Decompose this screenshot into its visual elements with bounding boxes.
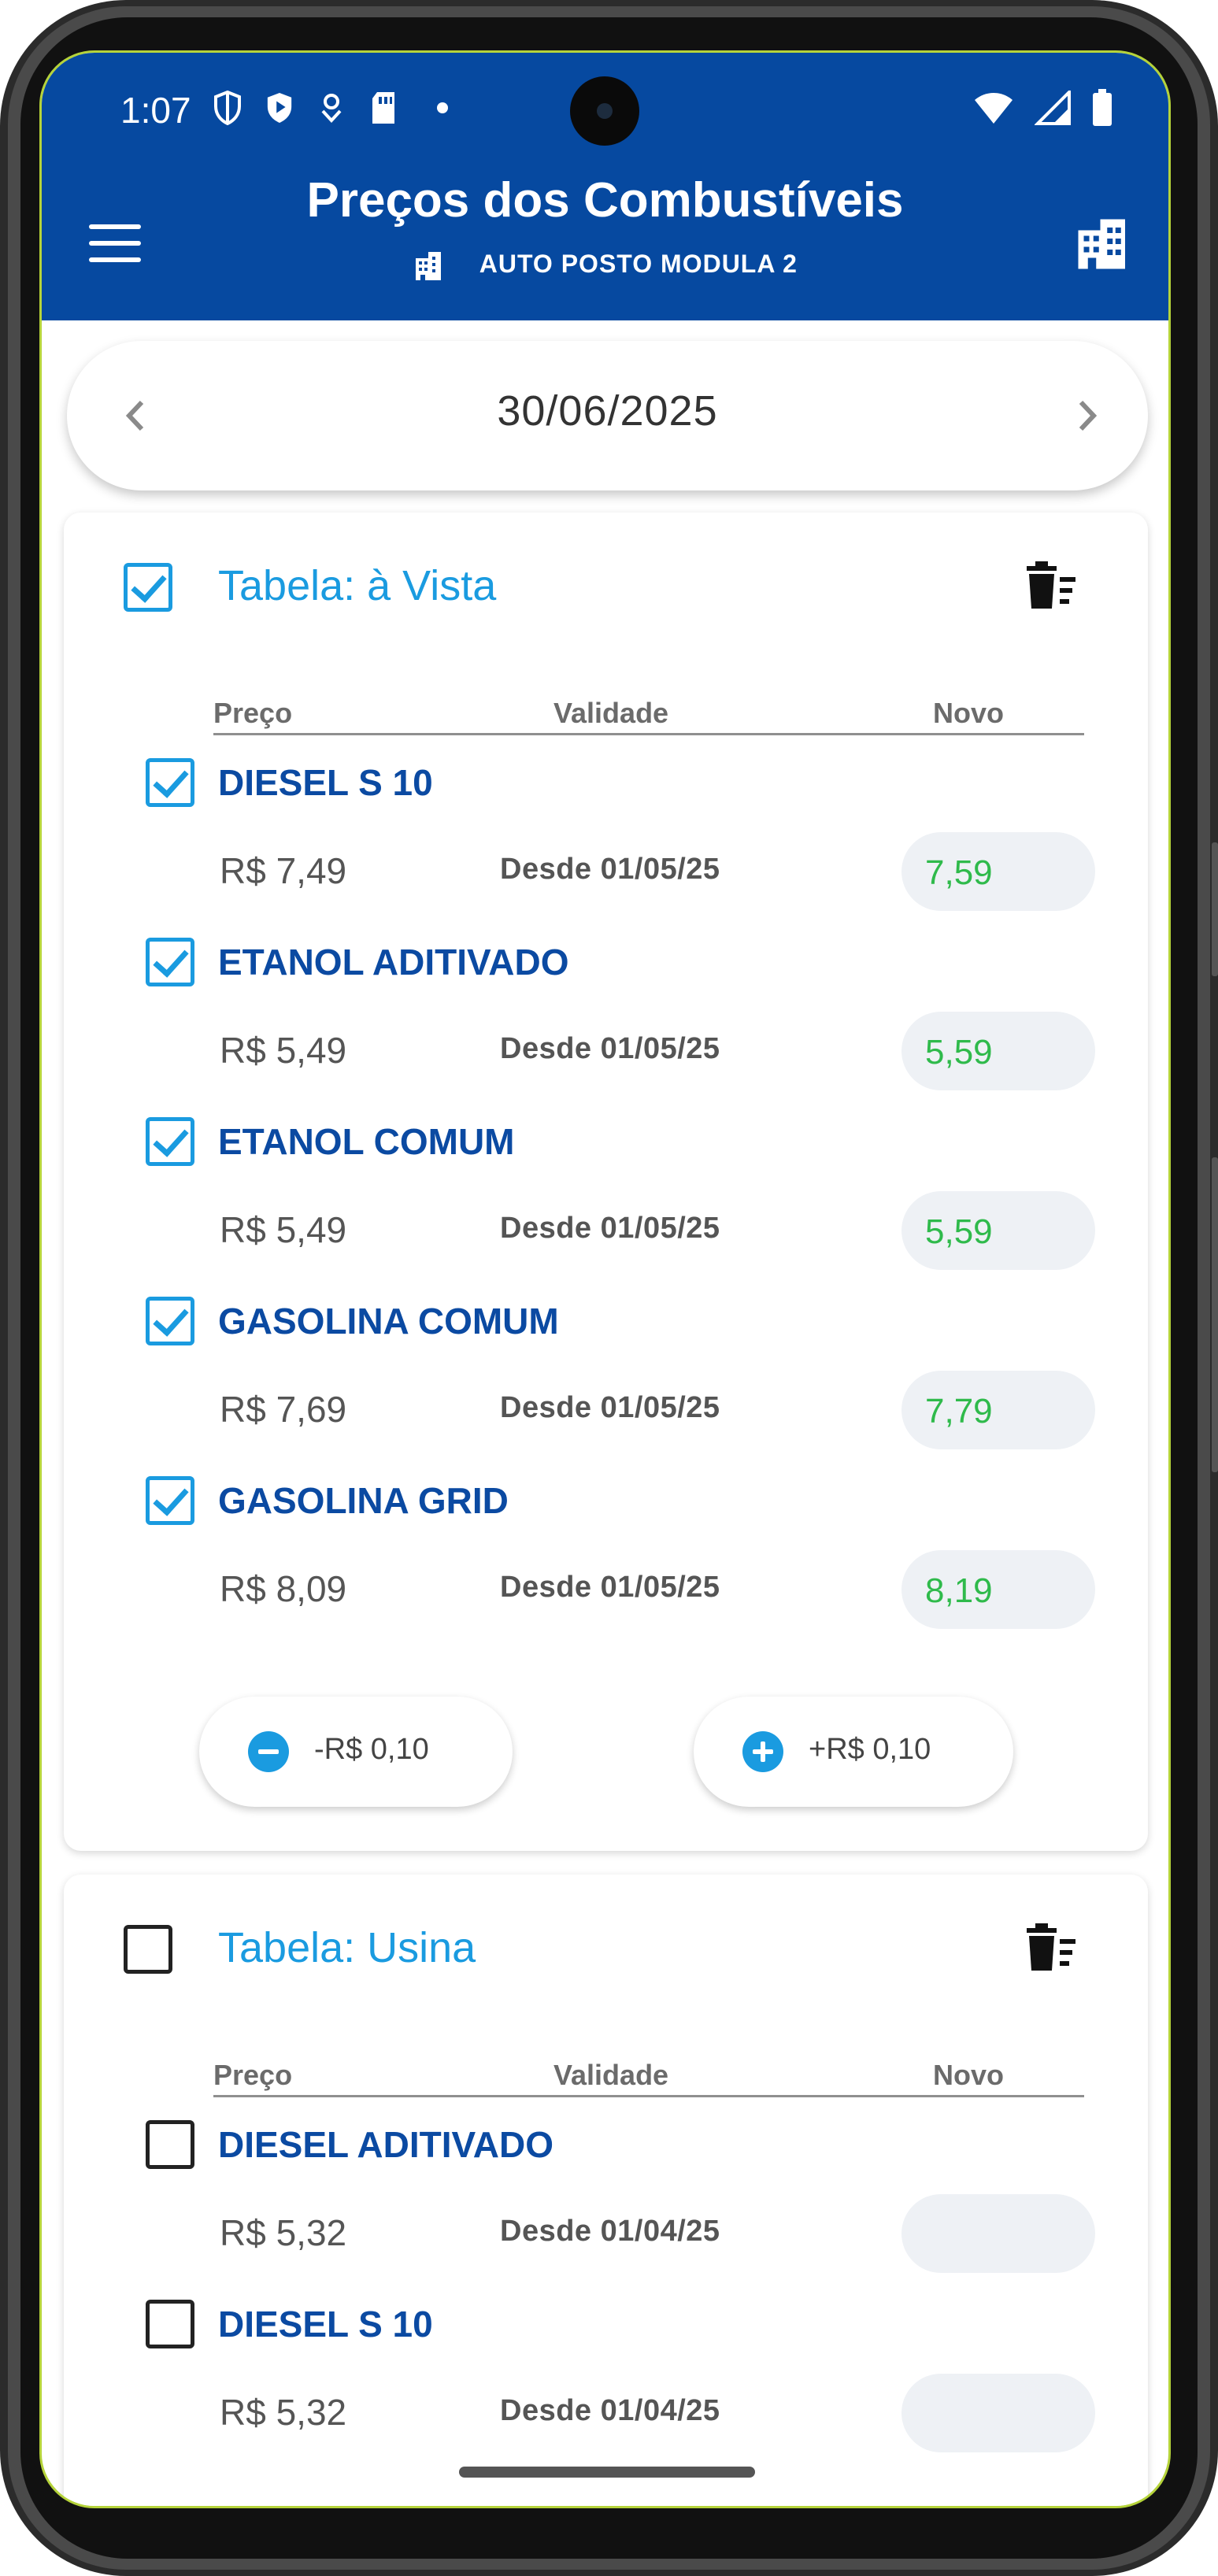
delete-sweep-icon[interactable] (1022, 560, 1079, 612)
chevron-right-icon (1079, 400, 1098, 431)
validity-date: Desde 01/04/25 (500, 2215, 720, 2248)
status-time: 1:07 (120, 90, 191, 131)
fuel-checkbox[interactable] (146, 1117, 194, 1166)
header-divider (213, 733, 1084, 735)
new-price-input[interactable]: 8,19 (901, 1550, 1095, 1629)
fuel-checkbox[interactable] (146, 2300, 194, 2348)
battery-icon (1091, 89, 1113, 131)
table-title: Tabela: à Vista (218, 562, 497, 609)
building-icon (416, 251, 442, 280)
home-indicator[interactable] (459, 2467, 755, 2478)
price-table-card: Tabela: Usina Preço Validade Novo DIESEL… (64, 1875, 1148, 2506)
front-camera (570, 76, 639, 146)
new-price-input[interactable]: 5,59 (901, 1191, 1095, 1270)
new-column-header: Novo (933, 697, 1004, 729)
new-price-input[interactable] (901, 2374, 1095, 2452)
power-button (1212, 1157, 1218, 1472)
current-price: R$ 7,69 (220, 1389, 347, 1430)
validity-date: Desde 01/05/25 (500, 1032, 720, 1065)
current-price: R$ 5,32 (220, 2392, 347, 2433)
table-title: Tabela: Usina (218, 1924, 476, 1971)
signal-icon (1034, 88, 1071, 129)
new-price-input[interactable]: 7,59 (901, 832, 1095, 911)
sd-card-icon (369, 91, 398, 125)
delete-sweep-icon[interactable] (1022, 1922, 1079, 1974)
fuel-name: ETANOL ADITIVADO (218, 942, 569, 983)
shield-outline-icon (213, 91, 242, 125)
fuel-name: GASOLINA GRID (218, 1480, 509, 1521)
validity-column-header: Validade (553, 697, 669, 729)
current-price: R$ 5,49 (220, 1209, 347, 1250)
validity-date: Desde 01/05/25 (500, 1212, 720, 1245)
status-left-icons (213, 91, 448, 125)
date-selector: 30/06/2025 (67, 341, 1148, 490)
shield-play-icon (265, 91, 294, 125)
current-price: R$ 5,32 (220, 2212, 347, 2253)
price-column-header: Preço (213, 2059, 293, 2091)
new-price-input[interactable]: 7,79 (901, 1371, 1095, 1449)
wifi-icon (973, 91, 1014, 129)
decrease-price-button[interactable]: -R$ 0,10 (199, 1697, 513, 1807)
page-title: Preços dos Combustíveis (306, 173, 904, 228)
price-table-card: Tabela: à Vista Preço Validade Novo DIES… (64, 513, 1148, 1851)
fuel-checkbox[interactable] (146, 758, 194, 807)
new-column-header: Novo (933, 2059, 1004, 2091)
new-price-input[interactable]: 5,59 (901, 1012, 1095, 1090)
app-header: 1:07 Preços dos Combustíveis AUTO POSTO … (42, 53, 1168, 320)
selected-date[interactable]: 30/06/2025 (67, 387, 1148, 435)
screen: 1:07 Preços dos Combustíveis AUTO POSTO … (39, 50, 1171, 2508)
decrease-label: -R$ 0,10 (314, 1733, 429, 1766)
current-price: R$ 7,49 (220, 850, 347, 891)
table-checkbox[interactable] (124, 563, 172, 612)
fuel-name: ETANOL COMUM (218, 1121, 515, 1162)
station-name: AUTO POSTO MODULA 2 (479, 250, 798, 278)
phone-frame: 1:07 Preços dos Combustíveis AUTO POSTO … (0, 0, 1218, 2576)
fuel-name: GASOLINA COMUM (218, 1301, 559, 1342)
current-price: R$ 8,09 (220, 1568, 347, 1609)
fuel-checkbox[interactable] (146, 938, 194, 986)
price-column-header: Preço (213, 697, 293, 729)
building-button[interactable] (1075, 217, 1131, 272)
notification-dot (437, 102, 448, 113)
header-divider (213, 2095, 1084, 2097)
fuel-name: DIESEL S 10 (218, 2304, 433, 2345)
building-icon (1078, 219, 1125, 269)
status-right-icons (973, 88, 1113, 131)
validity-column-header: Validade (553, 2059, 669, 2091)
next-date-button[interactable] (1061, 388, 1116, 443)
fuel-name: DIESEL S 10 (218, 762, 433, 803)
validity-date: Desde 01/05/25 (500, 1571, 720, 1604)
fuel-name: DIESEL ADITIVADO (218, 2124, 553, 2165)
volume-button (1212, 842, 1218, 976)
validity-date: Desde 01/05/25 (500, 853, 720, 886)
validity-date: Desde 01/05/25 (500, 1391, 720, 1424)
validity-date: Desde 01/04/25 (500, 2394, 720, 2427)
fuel-checkbox[interactable] (146, 2120, 194, 2169)
minus-circle-icon (248, 1731, 289, 1772)
menu-icon-line (89, 241, 141, 246)
table-checkbox[interactable] (124, 1925, 172, 1974)
station-subtitle: AUTO POSTO MODULA 2 (42, 250, 1168, 282)
location-icon (317, 91, 346, 125)
increase-label: +R$ 0,10 (809, 1733, 931, 1766)
new-price-input[interactable] (901, 2194, 1095, 2273)
fuel-checkbox[interactable] (146, 1297, 194, 1345)
increase-price-button[interactable]: +R$ 0,10 (694, 1697, 1013, 1807)
plus-circle-icon (742, 1731, 783, 1772)
current-price: R$ 5,49 (220, 1030, 347, 1071)
fuel-checkbox[interactable] (146, 1476, 194, 1525)
